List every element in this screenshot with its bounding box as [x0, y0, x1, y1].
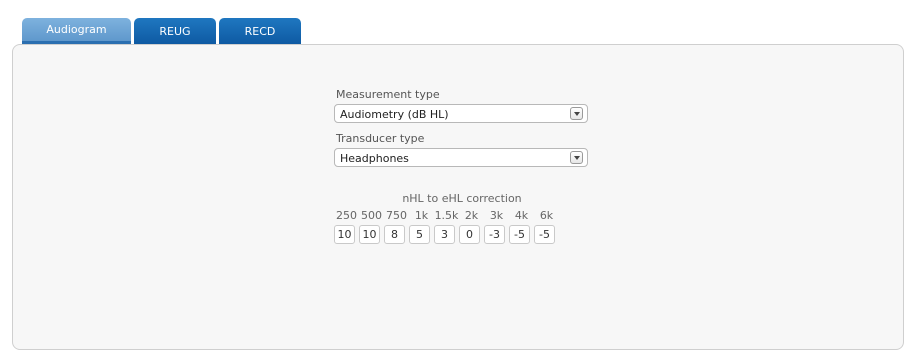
frequency-label: 1k — [414, 209, 429, 222]
frequency-label: 750 — [386, 209, 407, 222]
frequency-label: 4k — [514, 209, 529, 222]
transducer-type-select[interactable]: Headphones — [334, 148, 588, 167]
frequency-label: 500 — [361, 209, 382, 222]
correction-value-field[interactable]: -3 — [484, 225, 505, 244]
frequency-label: 1.5k — [434, 209, 459, 222]
correction-value-field[interactable]: -5 — [509, 225, 530, 244]
frequency-label: 250 — [336, 209, 357, 222]
settings-form: Measurement type Audiometry (dB HL) Tran… — [334, 88, 590, 244]
correction-title: nHL to eHL correction — [402, 192, 522, 205]
correction-value-field[interactable]: 5 — [409, 225, 430, 244]
page: Audiogram REUG RECD Measurement type Aud… — [0, 0, 917, 352]
correction-value-field[interactable]: 10 — [334, 225, 355, 244]
correction-value-field[interactable]: 3 — [434, 225, 455, 244]
correction-value-field[interactable]: 10 — [359, 225, 380, 244]
tab-reug[interactable]: REUG — [134, 18, 216, 44]
correction-value-field[interactable]: -5 — [534, 225, 555, 244]
measurement-type-select[interactable]: Audiometry (dB HL) — [334, 104, 588, 123]
frequency-label: 2k — [464, 209, 479, 222]
transducer-type-value: Headphones — [340, 152, 409, 165]
measurement-type-value: Audiometry (dB HL) — [340, 108, 449, 121]
tab-bar: Audiogram REUG RECD — [22, 18, 301, 44]
correction-value-field[interactable]: 8 — [384, 225, 405, 244]
frequency-header-row: 250 500 750 1k 1.5k 2k 3k 4k 6k — [334, 209, 559, 222]
tab-recd[interactable]: RECD — [219, 18, 301, 44]
correction-value-field[interactable]: 0 — [459, 225, 480, 244]
measurement-type-label: Measurement type — [336, 88, 440, 101]
frequency-label: 3k — [489, 209, 504, 222]
tab-audiogram[interactable]: Audiogram — [22, 18, 131, 44]
frequency-label: 6k — [539, 209, 554, 222]
chevron-down-icon[interactable] — [570, 107, 583, 120]
chevron-down-icon[interactable] — [570, 151, 583, 164]
correction-values-row: 10 10 8 5 3 0 -3 -5 -5 — [334, 225, 559, 244]
transducer-type-label: Transducer type — [336, 132, 425, 145]
